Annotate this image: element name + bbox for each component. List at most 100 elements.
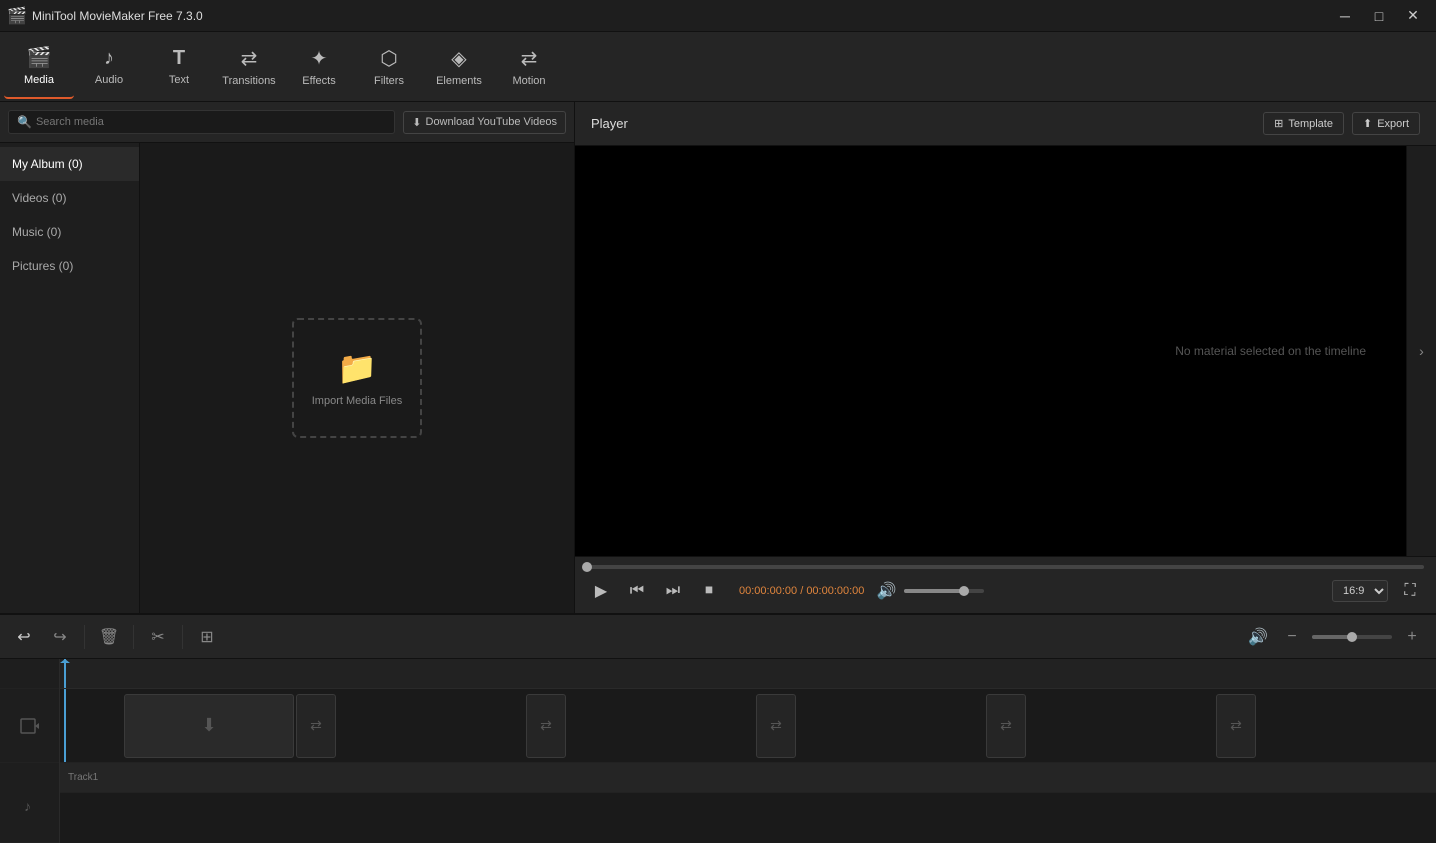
toolbar-separator-2 [133,625,134,649]
tracks-area: ⬇ ⇄ ⇄ ⇄ ⇄ ⇄ [60,689,1436,843]
audio-track-icon: ♪ [20,796,40,816]
export-icon: ⬆ [1363,117,1372,130]
zoom-out-button[interactable]: − [1276,621,1308,653]
transition-2[interactable]: ⇄ [526,694,566,758]
volume-slider[interactable] [904,589,984,593]
player-header: Player ⊞ Template ⬆ Export [575,102,1436,146]
toolbar-item-audio[interactable]: ♪ Audio [74,35,144,99]
delete-button[interactable]: 🗑 [93,621,125,653]
zoom-knob[interactable] [1347,632,1357,642]
toolbar-separator [84,625,85,649]
toolbar-item-text[interactable]: T Text [144,35,214,99]
template-button[interactable]: ⊞ Template [1263,112,1344,135]
sidebar-label-music: Music (0) [12,225,61,239]
time-total: 00:00:00:00 [806,585,864,597]
toolbar-label-elements: Elements [436,75,482,87]
window-controls: ─ □ ✕ [1330,2,1428,30]
toolbar-label-motion: Motion [512,75,545,87]
zoom-fill [1312,635,1352,639]
next-frame-button[interactable]: ⏭ [659,577,687,605]
transition-5[interactable]: ⇄ [1216,694,1256,758]
template-label: Template [1288,118,1333,130]
time-display: 00:00:00:00 / 00:00:00:00 [739,585,864,597]
zoom-control: − + [1276,621,1428,653]
close-button[interactable]: ✕ [1398,2,1428,30]
track1-label-row: Track1 [60,763,1436,793]
side-panel-toggle[interactable]: › [1406,146,1436,556]
video-track-row: ⬇ ⇄ ⇄ ⇄ ⇄ ⇄ [60,689,1436,763]
media-area: 📁 Import Media Files [140,143,574,613]
template-icon: ⊞ [1274,117,1283,130]
volume-knob[interactable] [959,586,969,596]
toolbar-label-effects: Effects [302,75,335,87]
sidebar-item-my-album[interactable]: My Album (0) [0,147,139,181]
time-current: 00:00:00:00 [739,585,797,597]
audio-track-row [60,793,1436,843]
sidebar-item-music[interactable]: Music (0) [0,215,139,249]
import-media-box[interactable]: 📁 Import Media Files [292,318,422,438]
zoom-slider[interactable] [1312,635,1392,639]
transition-4[interactable]: ⇄ [986,694,1026,758]
toolbar-item-media[interactable]: 🎬 Media [4,35,74,99]
timeline-ruler [60,659,1436,689]
player-title: Player [591,116,1255,131]
export-button[interactable]: ⬆ Export [1352,112,1420,135]
toolbar-label-text: Text [169,74,189,86]
app-title: MiniTool MovieMaker Free 7.3.0 [32,9,1330,23]
fullscreen-button[interactable]: ⛶ [1396,577,1424,605]
timeline-tracks-area[interactable]: ⬇ ⇄ ⇄ ⇄ ⇄ ⇄ [60,659,1436,843]
play-button[interactable]: ▶ [587,577,615,605]
app-icon: 🎬 [8,7,26,25]
audio-track-button[interactable]: ♪ [0,769,59,843]
motion-icon: ⇄ [521,46,538,71]
volume-fill [904,589,964,593]
volume-icon[interactable]: 🔊 [872,577,900,605]
download-label: Download YouTube Videos [426,116,558,128]
transition-3[interactable]: ⇄ [756,694,796,758]
toolbar-item-transitions[interactable]: ⇄ Transitions [214,35,284,99]
zoom-in-button[interactable]: + [1396,621,1428,653]
toolbar-item-elements[interactable]: ◈ Elements [424,35,494,99]
main-clip[interactable]: ⬇ [124,694,294,758]
playhead-extension [64,689,66,762]
toolbar-separator-3 [182,625,183,649]
volume-icon-tl: 🔊 [1248,627,1268,647]
stop-button[interactable]: ⏹ [695,577,723,605]
sidebar-item-videos[interactable]: Videos (0) [0,181,139,215]
volume-control: 🔊 [872,577,984,605]
aspect-ratio-select[interactable]: 16:9 9:16 4:3 1:1 [1332,580,1388,602]
player-area: No material selected on the timeline › [575,146,1436,556]
split-button[interactable]: ✂ [142,621,174,653]
playhead[interactable] [64,659,66,688]
progress-knob[interactable] [582,562,592,572]
toolbar-label-filters: Filters [374,75,404,87]
sidebar: My Album (0) Videos (0) Music (0) Pictur… [0,143,140,613]
redo-button[interactable]: ↪ [44,621,76,653]
toolbar: 🎬 Media ♪ Audio T Text ⇄ Transitions ✦ E… [0,32,1436,102]
search-icon: 🔍 [17,115,32,129]
import-folder-icon: 📁 [337,349,377,387]
undo-button[interactable]: ↩ [8,621,40,653]
video-track-button[interactable] [0,689,59,763]
search-input[interactable] [36,116,386,128]
crop-button[interactable]: ⊞ [191,621,223,653]
toolbar-item-motion[interactable]: ⇄ Motion [494,35,564,99]
main-content: 🔍 ⬇ Download YouTube Videos My Album (0)… [0,102,1436,613]
maximize-button[interactable]: □ [1364,2,1394,30]
minimize-button[interactable]: ─ [1330,2,1360,30]
toolbar-label-media: Media [24,74,54,86]
toolbar-item-filters[interactable]: ⬡ Filters [354,35,424,99]
download-youtube-button[interactable]: ⬇ Download YouTube Videos [403,111,566,134]
left-panel-body: My Album (0) Videos (0) Music (0) Pictur… [0,143,574,613]
prev-frame-button[interactable]: ⏮ [623,577,651,605]
app-logo-icon: 🎬 [7,6,27,26]
search-wrap[interactable]: 🔍 [8,110,395,134]
timeline: ↩ ↪ 🗑 ✂ ⊞ 🔊 − + [0,613,1436,843]
sidebar-item-pictures[interactable]: Pictures (0) [0,249,139,283]
controls-row: ▶ ⏮ ⏭ ⏹ 00:00:00:00 / 00:00:00:00 🔊 [587,577,1424,605]
transition-1[interactable]: ⇄ [296,694,336,758]
timeline-toolbar: ↩ ↪ 🗑 ✂ ⊞ 🔊 − + [0,615,1436,659]
progress-bar[interactable] [587,565,1424,569]
svg-text:♪: ♪ [24,798,31,814]
toolbar-item-effects[interactable]: ✦ Effects [284,35,354,99]
